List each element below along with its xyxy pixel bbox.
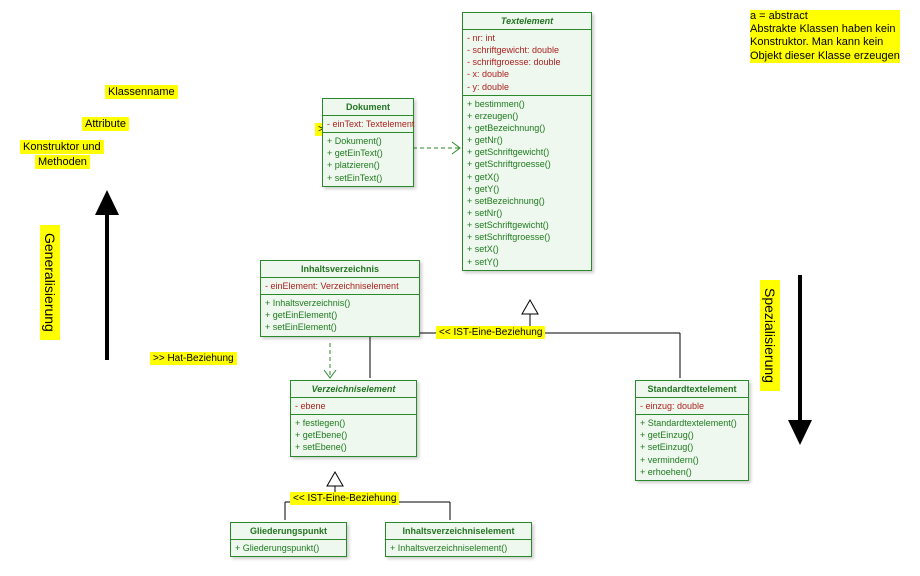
method: + getEinElement() xyxy=(265,309,415,321)
annot-ist-2: << IST-Eine-Beziehung xyxy=(290,492,399,505)
method: + erzeugen() xyxy=(467,110,587,122)
abstract-note: a = abstract Abstrakte Klassen haben kei… xyxy=(750,10,900,63)
class-methods: + Gliederungspunkt() xyxy=(231,540,346,556)
label-klassenname: Klassenname xyxy=(105,85,178,99)
method: + Inhaltsverzeichnis() xyxy=(265,297,415,309)
method: + festlegen() xyxy=(295,417,412,429)
label-methoden: Methoden xyxy=(35,155,90,169)
method: + platzieren() xyxy=(327,159,409,171)
class-methods: + Standardtextelement() + getEinzug() + … xyxy=(636,415,748,480)
method: + getEbene() xyxy=(295,429,412,441)
attr: - schriftgroesse: double xyxy=(467,56,587,68)
label-spezialisierung: Spezialisierung xyxy=(760,280,780,391)
note-line: Objekt dieser Klasse erzeugen xyxy=(750,50,900,63)
class-inhaltsverzeichniselement: Inhaltsverzeichniselement + Inhaltsverze… xyxy=(385,522,532,557)
method: + getEinText() xyxy=(327,147,409,159)
method: + Standardtextelement() xyxy=(640,417,744,429)
class-methods: + Dokument() + getEinText() + platzieren… xyxy=(323,133,413,186)
attr: - x: double xyxy=(467,68,587,80)
class-dokument: Dokument - einText: Textelement + Dokume… xyxy=(322,98,414,187)
method: + setBezeichnung() xyxy=(467,195,587,207)
method: + setEinText() xyxy=(327,172,409,184)
attr: - nr: int xyxy=(467,32,587,44)
method: + setX() xyxy=(467,243,587,255)
class-attributes: - einElement: Verzeichniselement xyxy=(261,278,419,295)
class-title: Inhaltsverzeichnis xyxy=(261,261,419,278)
attr: - einElement: Verzeichniselement xyxy=(265,280,415,292)
class-inhaltsverzeichnis: Inhaltsverzeichnis - einElement: Verzeic… xyxy=(260,260,420,337)
method: + setEinzug() xyxy=(640,441,744,453)
note-line: Abstrakte Klassen haben kein xyxy=(750,23,900,36)
method: + getEinzug() xyxy=(640,429,744,441)
method: + getNr() xyxy=(467,134,587,146)
method: + getSchriftgroesse() xyxy=(467,158,587,170)
method: + getSchriftgewicht() xyxy=(467,146,587,158)
method: + erhoehen() xyxy=(640,466,744,478)
class-title: Gliederungspunkt xyxy=(231,523,346,540)
method: + Inhaltsverzeichniselement() xyxy=(390,542,527,554)
attr: - y: double xyxy=(467,81,587,93)
class-methods: + Inhaltsverzeichnis() + getEinElement()… xyxy=(261,295,419,335)
class-attributes: - nr: int - schriftgewicht: double - sch… xyxy=(463,30,591,96)
class-attributes: - ebene xyxy=(291,398,416,415)
method: + getX() xyxy=(467,171,587,183)
class-standardtextelement: Standardtextelement - einzug: double + S… xyxy=(635,380,749,481)
class-title: Dokument xyxy=(323,99,413,116)
class-methods: + Inhaltsverzeichniselement() xyxy=(386,540,531,556)
method: + getBezeichnung() xyxy=(467,122,587,134)
annot-ist-1: << IST-Eine-Beziehung xyxy=(436,326,545,339)
label-attribute: Attribute xyxy=(82,117,129,131)
attr: - einText: Textelement xyxy=(327,118,409,130)
label-konstruktor: Konstruktor und xyxy=(20,140,104,154)
class-title: Textelement xyxy=(463,13,591,30)
note-line: Konstruktor. Man kann kein xyxy=(750,36,900,49)
method: + Gliederungspunkt() xyxy=(235,542,342,554)
class-title: Standardtextelement xyxy=(636,381,748,398)
method: + setY() xyxy=(467,256,587,268)
method: + setEbene() xyxy=(295,441,412,453)
diagram-stage: Klassenname Attribute Konstruktor und Me… xyxy=(0,0,920,576)
class-title: Verzeichniselement xyxy=(291,381,416,398)
class-attributes: - einText: Textelement xyxy=(323,116,413,133)
method: + setSchriftgewicht() xyxy=(467,219,587,231)
class-attributes: - einzug: double xyxy=(636,398,748,415)
attr: - ebene xyxy=(295,400,412,412)
annot-hat-2: >> Hat-Beziehung xyxy=(150,352,237,365)
method: + setEinElement() xyxy=(265,321,415,333)
method: + bestimmen() xyxy=(467,98,587,110)
note-line: a = abstract xyxy=(750,10,900,23)
class-textelement: Textelement - nr: int - schriftgewicht: … xyxy=(462,12,592,271)
label-generalisierung: Generalisierung xyxy=(40,225,60,340)
class-methods: + bestimmen() + erzeugen() + getBezeichn… xyxy=(463,96,591,270)
class-methods: + festlegen() + getEbene() + setEbene() xyxy=(291,415,416,455)
method: + getY() xyxy=(467,183,587,195)
attr: - schriftgewicht: double xyxy=(467,44,587,56)
class-title: Inhaltsverzeichniselement xyxy=(386,523,531,540)
method: + vermindern() xyxy=(640,454,744,466)
method: + setNr() xyxy=(467,207,587,219)
class-gliederungspunkt: Gliederungspunkt + Gliederungspunkt() xyxy=(230,522,347,557)
attr: - einzug: double xyxy=(640,400,744,412)
method: + setSchriftgroesse() xyxy=(467,231,587,243)
method: + Dokument() xyxy=(327,135,409,147)
class-verzeichniselement: Verzeichniselement - ebene + festlegen()… xyxy=(290,380,417,457)
